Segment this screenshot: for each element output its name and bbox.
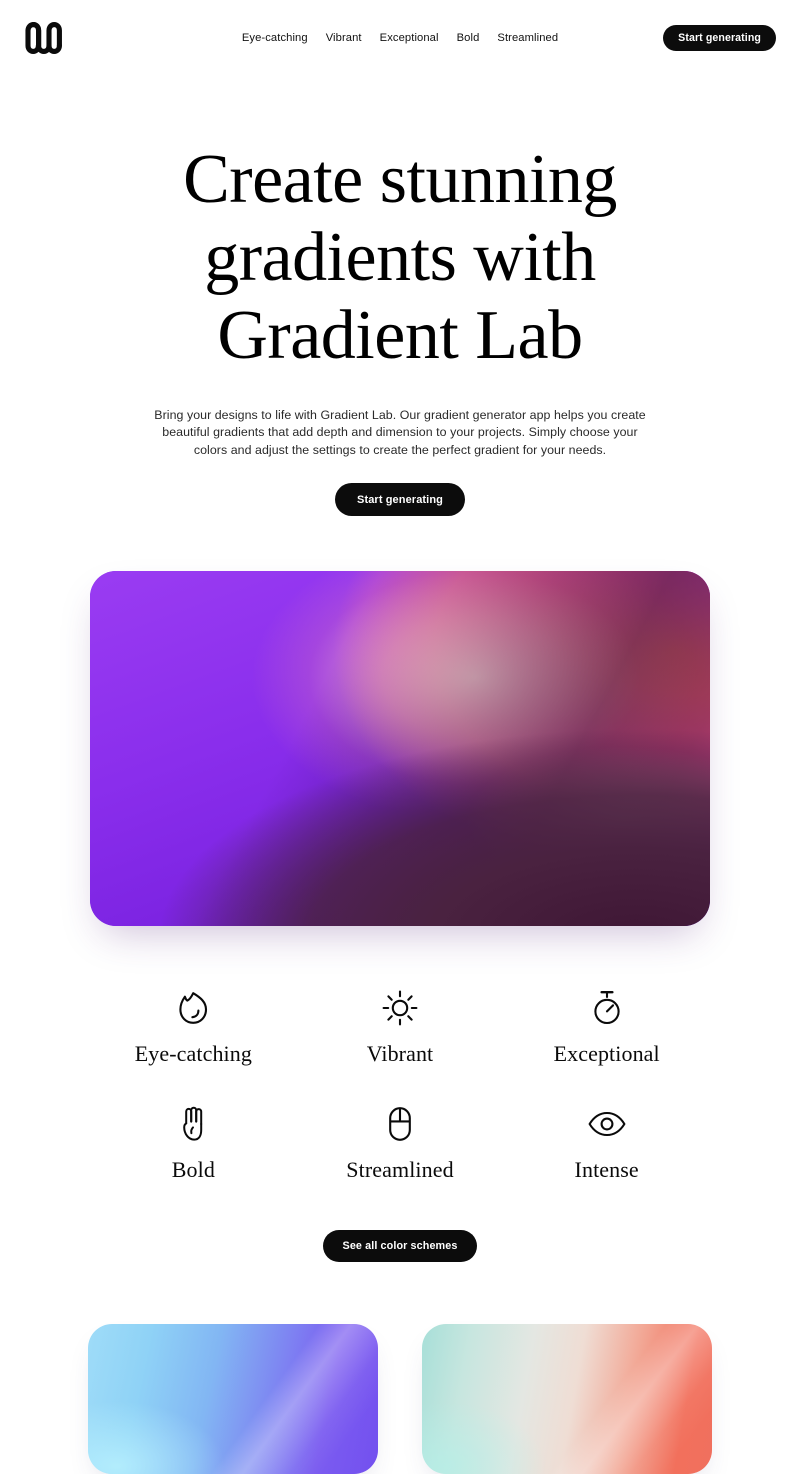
swatch-warm-sheen-layer	[422, 1324, 712, 1474]
swatch-blue-sheen-layer	[88, 1324, 378, 1474]
nav-link-eye-catching[interactable]: Eye-catching	[242, 32, 308, 44]
eye-icon	[587, 1104, 627, 1144]
feature-eye-catching[interactable]: Eye-catching	[90, 988, 297, 1066]
see-all-color-schemes-button[interactable]: See all color schemes	[322, 1230, 478, 1263]
feature-exceptional[interactable]: Exceptional	[503, 988, 710, 1066]
features-grid: Eye-catching Vibrant Exceptional Bold St…	[90, 988, 710, 1182]
nav-link-streamlined[interactable]: Streamlined	[497, 32, 558, 44]
showcase-section	[0, 571, 800, 927]
swatch-cards-row	[0, 1324, 800, 1474]
showcase-dark-plum-layer	[90, 571, 710, 927]
main-navigation: Eye-catching Vibrant Exceptional Bold St…	[242, 32, 558, 44]
header-cta-wrap: Start generating	[663, 24, 776, 51]
hand-icon	[173, 1104, 213, 1144]
swatch-card-teal-coral[interactable]	[422, 1324, 712, 1474]
brand-logo[interactable]	[22, 21, 68, 55]
flame-icon	[173, 988, 213, 1028]
hero-description: Bring your designs to life with Gradient…	[154, 408, 646, 457]
feature-label: Bold	[171, 1157, 215, 1183]
nav-link-exceptional[interactable]: Exceptional	[380, 32, 439, 44]
hero-title-line-1: Create stunning	[183, 141, 617, 218]
feature-vibrant[interactable]: Vibrant	[297, 988, 504, 1066]
feature-label: Intense	[574, 1157, 639, 1183]
mouse-icon	[380, 1104, 420, 1144]
nav-link-vibrant[interactable]: Vibrant	[326, 32, 362, 44]
feature-label: Exceptional	[553, 1041, 660, 1067]
feature-label: Streamlined	[346, 1157, 454, 1183]
page-title: Create stunning gradients with Gradient …	[120, 141, 680, 375]
hero-start-generating-button[interactable]: Start generating	[335, 483, 465, 517]
sun-icon	[380, 988, 420, 1028]
hero-cta-wrap: Start generating	[0, 483, 800, 517]
site-header: Eye-catching Vibrant Exceptional Bold St…	[0, 0, 800, 75]
schemes-cta-section: See all color schemes	[0, 1230, 800, 1263]
hero-title-line-2: gradients with	[204, 219, 596, 296]
wave-w-logo-icon	[22, 21, 68, 55]
feature-label: Vibrant	[366, 1041, 434, 1067]
feature-bold[interactable]: Bold	[90, 1104, 297, 1182]
gradient-showcase-preview[interactable]	[90, 571, 710, 927]
stopwatch-icon	[587, 988, 627, 1028]
feature-streamlined[interactable]: Streamlined	[297, 1104, 504, 1182]
feature-intense[interactable]: Intense	[503, 1104, 710, 1182]
feature-label: Eye-catching	[134, 1041, 252, 1067]
nav-link-bold[interactable]: Bold	[457, 32, 480, 44]
hero-title-line-3: Gradient Lab	[217, 297, 583, 374]
swatch-card-blue-violet[interactable]	[88, 1324, 378, 1474]
hero-section: Create stunning gradients with Gradient …	[0, 75, 800, 517]
header-start-generating-button[interactable]: Start generating	[663, 24, 776, 51]
